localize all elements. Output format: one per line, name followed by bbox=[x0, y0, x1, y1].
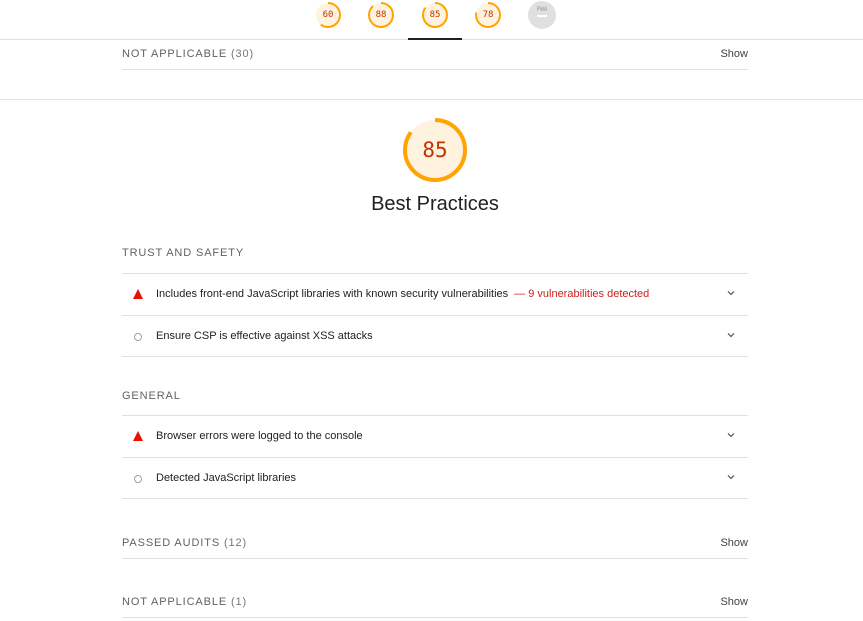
category-score: 85 bbox=[422, 138, 448, 162]
gauge-best-practices[interactable]: 85 bbox=[421, 1, 449, 29]
info-circle-icon bbox=[134, 475, 142, 483]
audit-display-value: — 9 vulnerabilities detected bbox=[514, 288, 650, 300]
gauge-accessibility[interactable]: 88 bbox=[367, 1, 395, 29]
chevron-down-icon[interactable] bbox=[726, 472, 736, 482]
fail-triangle-icon bbox=[133, 431, 143, 441]
gauge-seo[interactable]: 78 bbox=[474, 1, 502, 29]
show-button[interactable]: Show bbox=[720, 48, 748, 60]
clump-passed-audits[interactable]: PASSED AUDITS (12) Show bbox=[122, 529, 748, 559]
gauge-pwa[interactable]: PWA bbox=[528, 1, 556, 29]
show-button[interactable]: Show bbox=[720, 596, 748, 608]
clump-label: PASSED AUDITS (12) bbox=[122, 537, 248, 549]
audit-js-libraries[interactable]: Detected JavaScript libraries bbox=[122, 457, 748, 499]
clump-label: NOT APPLICABLE (1) bbox=[122, 596, 248, 608]
gauge-score: 85 bbox=[429, 10, 441, 20]
chevron-down-icon[interactable] bbox=[726, 330, 736, 340]
gauge-performance[interactable]: 60 bbox=[314, 1, 342, 29]
audit-title: Includes front-end JavaScript libraries … bbox=[156, 288, 650, 300]
show-button[interactable]: Show bbox=[720, 537, 748, 549]
clump-not-applicable[interactable]: NOT APPLICABLE (1) Show bbox=[122, 588, 748, 618]
gauge-score: 88 bbox=[375, 10, 387, 20]
gauge-score: 60 bbox=[322, 10, 334, 20]
info-circle-icon bbox=[134, 333, 142, 341]
group-title-trust-and-safety: TRUST AND SAFETY bbox=[122, 247, 245, 259]
audit-title: Detected JavaScript libraries bbox=[156, 472, 297, 484]
audit-vulnerable-libraries[interactable]: Includes front-end JavaScript libraries … bbox=[122, 273, 748, 315]
audit-title: Browser errors were logged to the consol… bbox=[156, 430, 363, 442]
gauge-score: PWA bbox=[536, 6, 548, 13]
clump-not-applicable-previous[interactable]: NOT APPLICABLE (30) Show bbox=[122, 40, 748, 70]
fail-triangle-icon bbox=[133, 289, 143, 299]
audit-title: Ensure CSP is effective against XSS atta… bbox=[156, 330, 373, 342]
gauge-score: 78 bbox=[482, 10, 494, 20]
chevron-down-icon[interactable] bbox=[726, 430, 736, 440]
audit-errors-in-console[interactable]: Browser errors were logged to the consol… bbox=[122, 415, 748, 457]
category-title: Best Practices bbox=[371, 193, 499, 215]
sticky-header: 60 88 85 78 PWA bbox=[0, 0, 863, 40]
clump-label: NOT APPLICABLE (30) bbox=[122, 48, 255, 60]
category-divider bbox=[0, 99, 863, 100]
category-gauge: 85 bbox=[402, 117, 468, 183]
audit-csp-xss[interactable]: Ensure CSP is effective against XSS atta… bbox=[122, 315, 748, 357]
group-title-general: GENERAL bbox=[122, 390, 181, 402]
chevron-down-icon[interactable] bbox=[726, 288, 736, 298]
